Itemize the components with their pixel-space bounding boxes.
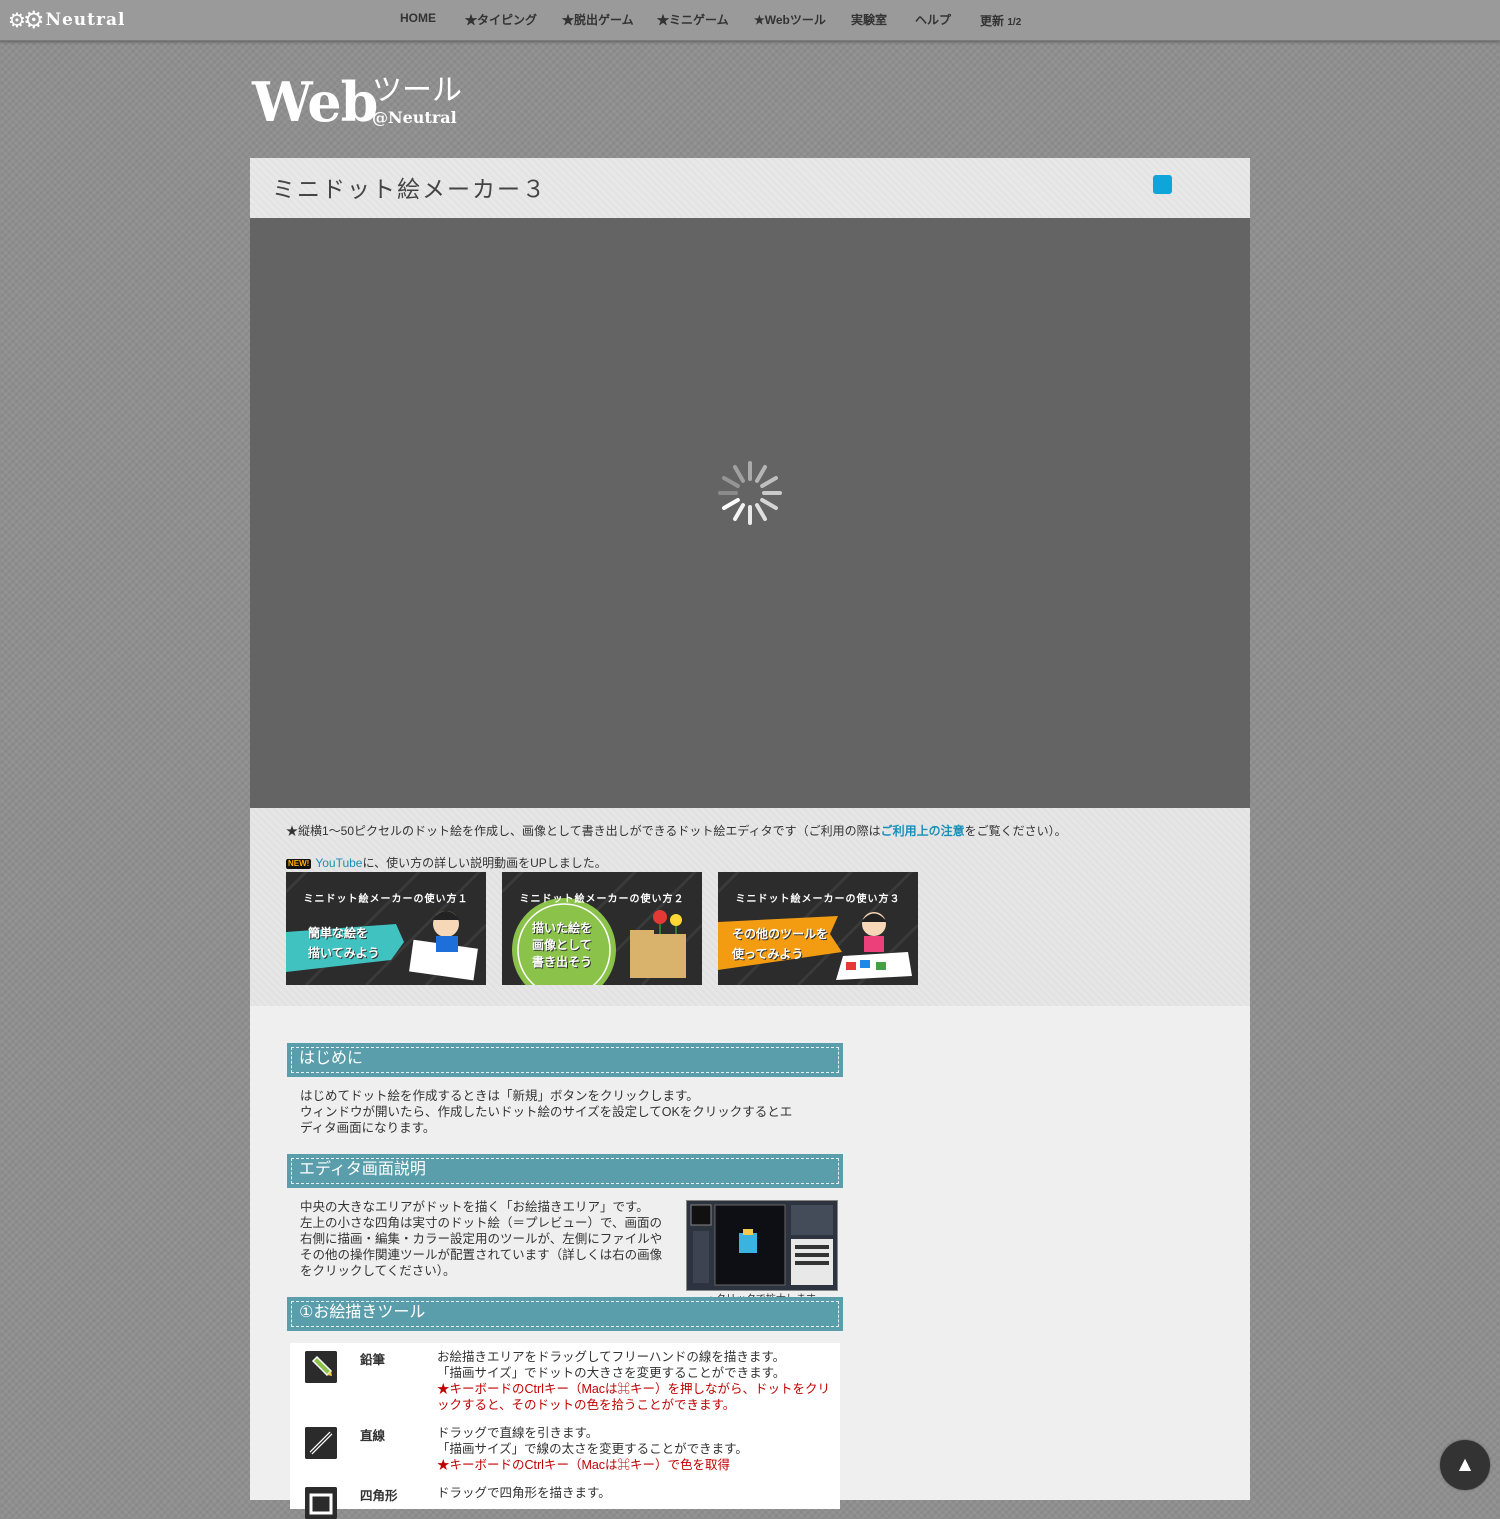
editor-line: 右側に描画・編集・カラー設定用のツールが、左側にファイルや (300, 1232, 663, 1246)
spinner-spoke (722, 498, 740, 510)
gear-icon-large: ⚙ (22, 6, 45, 34)
spinner-spoke (760, 476, 778, 488)
section-heading-editor-text: エディタ画面説明 (299, 1159, 426, 1178)
new-badge: NEW! (286, 859, 312, 869)
video-3-title: ミニドット絵メーカーの使い方３ (735, 894, 901, 905)
tool-desc-line: ドラッグで直線を引きます。 (437, 1426, 599, 1440)
section-heading-tools: ①お絵描きツール (287, 1297, 843, 1331)
video-3-caption-line-2: 使ってみよう (732, 947, 804, 961)
editor-screenshot-image[interactable] (686, 1200, 838, 1291)
nav-help[interactable]: ヘルプ (915, 11, 951, 28)
tool-desc-line: 「描画サイズ」でドットの大きさを変更することができます。 (437, 1366, 786, 1380)
intro-text-before: ★縦横1～50ピクセルのドット絵を作成し、画像として書き出しができるドット絵エデ… (286, 824, 881, 838)
nav-updates[interactable]: 更新 1/2 (980, 12, 1021, 29)
nav-typing[interactable]: ★タイピング (465, 11, 537, 28)
intro-text-after: をご覧ください）。 (964, 824, 1067, 838)
page-title: ミニドット絵メーカー３ (272, 177, 547, 203)
tool-desc-line: お絵描きエリアをドラッグしてフリーハンドの線を描きます。 (437, 1350, 786, 1364)
tool-desc-pencil: お絵描きエリアをドラッグしてフリーハンドの線を描きます。 「描画サイズ」でドット… (437, 1349, 837, 1413)
title-badge (1153, 175, 1172, 194)
editor-line: をクリックしてください）。 (300, 1264, 456, 1278)
video-1-caption-line-1: 簡単な絵を (308, 926, 369, 940)
top-navigation-bar: ⚙ ⚙ Neutral HOME ★タイピング ★脱出ゲーム ★ミニゲーム ★W… (0, 0, 1500, 41)
tool-desc-line: 「描画サイズ」で線の太さを変更することができます。 (437, 1442, 748, 1456)
tool-name-pencil: 鉛筆 (360, 1352, 386, 1367)
video-2-caption-line-3: 書き出そう (532, 955, 593, 969)
spinner-spoke (733, 465, 745, 483)
nav-mini-game[interactable]: ★ミニゲーム (657, 11, 729, 28)
help-content: はじめに はじめてドット絵を作成するときは「新規」ボタンをクリックします。 ウィ… (250, 1006, 1250, 1519)
logo-sub-text: @Neutral (372, 108, 457, 127)
spinner-spoke (755, 503, 767, 521)
video-thumbnail-3[interactable]: ミニドット絵メーカーの使い方３ その他のツールを 使ってみよう (718, 872, 918, 985)
pencil-icon[interactable] (305, 1351, 337, 1383)
web-tool-logo[interactable]: Web ツール @Neutral (252, 70, 462, 134)
usage-notes-link[interactable]: ご利用上の注意 (881, 824, 965, 838)
nav-updates-label: 更新 (980, 14, 1005, 28)
video-2-title: ミニドット絵メーカーの使い方２ (519, 894, 685, 905)
spinner-spoke (733, 503, 745, 521)
loading-spinner-icon (718, 461, 782, 525)
nav-lab[interactable]: 実験室 (851, 11, 887, 28)
logo-tool-text: ツール (372, 73, 462, 108)
section-intro-body: はじめてドット絵を作成するときは「新規」ボタンをクリックします。 ウィンドウが開… (300, 1088, 820, 1136)
video-thumbnail-2[interactable]: ミニドット絵メーカーの使い方２ 描いた絵を 画像として 書き出そう (502, 872, 702, 985)
app-canvas-area[interactable] (250, 218, 1250, 808)
tool-row-pencil: 鉛筆 お絵描きエリアをドラッグしてフリーハンドの線を描きます。 「描画サイズ」で… (290, 1343, 840, 1419)
tool-name-rectangle: 四角形 (360, 1488, 398, 1503)
nav-escape-game[interactable]: ★脱出ゲーム (562, 11, 634, 28)
nav-web-tool[interactable]: ★Webツール (754, 11, 826, 28)
site-name: Neutral (45, 10, 126, 30)
tool-note: ★キーボードのCtrlキー（Macは⌘キー）を押しながら、ドットをクリックすると… (437, 1382, 831, 1412)
spinner-spoke (760, 498, 778, 510)
section-heading-editor: エディタ画面説明 (287, 1154, 843, 1188)
youtube-link[interactable]: YouTube (315, 856, 362, 870)
tool-row-rectangle: 四角形 ドラッグで四角形を描きます。 (290, 1479, 840, 1519)
line-icon[interactable] (305, 1427, 337, 1459)
tool-row-line: 直線 ドラッグで直線を引きます。 「描画サイズ」で線の太さを変更することができま… (290, 1419, 840, 1479)
tool-desc-rectangle: ドラッグで四角形を描きます。 (437, 1485, 837, 1501)
spinner-spoke (722, 476, 740, 488)
video-1-caption: 簡単な絵を 描いてみよう (308, 923, 380, 963)
video-2-caption-line-2: 画像として (532, 938, 592, 952)
section-editor-body: 中央の大きなエリアがドットを描く「お絵描きエリア」です。 左上の小さな四角は実寸… (300, 1199, 690, 1279)
tool-note: ★キーボードのCtrlキー（Macは⌘キー）で色を取得 (437, 1458, 731, 1472)
news-line: NEW! YouTubeに、使い方の詳しい説明動画をUPしました。 (286, 854, 607, 871)
site-logo[interactable]: ⚙ ⚙ Neutral (8, 8, 125, 32)
tool-desc-line: ドラッグで直線を引きます。 「描画サイズ」で線の太さを変更することができます。 … (437, 1425, 837, 1473)
news-text: に、使い方の詳しい説明動画をUPしました。 (362, 856, 607, 870)
intro-line: ウィンドウが開いたら、作成したいドット絵のサイズを設定してOKをクリックするとエ (300, 1105, 793, 1119)
editor-line: 中央の大きなエリアがドットを描く「お絵描きエリア」です。 (300, 1200, 649, 1214)
video-2-caption: 描いた絵を 画像として 書き出そう (532, 920, 592, 971)
logo-web-text: Web (252, 70, 378, 134)
section-heading-intro-text: はじめに (299, 1048, 364, 1067)
video-1-caption-line-2: 描いてみよう (308, 946, 380, 960)
intro-line: ディタ画面になります。 (300, 1121, 436, 1135)
intro-description: ★縦横1～50ピクセルのドット絵を作成し、画像として書き出しができるドット絵エデ… (286, 822, 1067, 839)
video-3-caption-line-1: その他のツールを (732, 927, 829, 941)
editor-line: 左上の小さな四角は実寸のドット絵（＝プレビュー）で、画面の (300, 1216, 663, 1230)
video-3-caption: その他のツールを 使ってみよう (732, 924, 828, 964)
title-bar: ミニドット絵メーカー３ (250, 158, 1250, 218)
editor-line: その他の操作関連ツールが配置されています（詳しくは右の画像 (300, 1248, 663, 1262)
video-1-title: ミニドット絵メーカーの使い方１ (303, 894, 469, 905)
section-heading-tools-text: ①お絵描きツール (299, 1302, 426, 1321)
video-2-caption-line-1: 描いた絵を (532, 921, 593, 935)
back-to-top-button[interactable]: ▲ (1440, 1440, 1490, 1490)
spinner-spoke (755, 465, 767, 483)
nav-updates-page: 1/2 (1007, 17, 1022, 28)
tool-name-line: 直線 (360, 1428, 386, 1443)
intro-line: はじめてドット絵を作成するときは「新規」ボタンをクリックします。 (300, 1089, 699, 1103)
intro-panel: ★縦横1～50ピクセルのドット絵を作成し、画像として書き出しができるドット絵エデ… (250, 808, 1250, 1006)
rectangle-icon[interactable] (305, 1487, 337, 1519)
nav-home[interactable]: HOME (400, 11, 436, 25)
tool-desc-line: ドラッグで四角形を描きます。 (437, 1486, 611, 1500)
video-thumbnail-1[interactable]: ミニドット絵メーカーの使い方１ 簡単な絵を 描いてみよう (286, 872, 486, 985)
section-heading-intro: はじめに (287, 1043, 843, 1077)
